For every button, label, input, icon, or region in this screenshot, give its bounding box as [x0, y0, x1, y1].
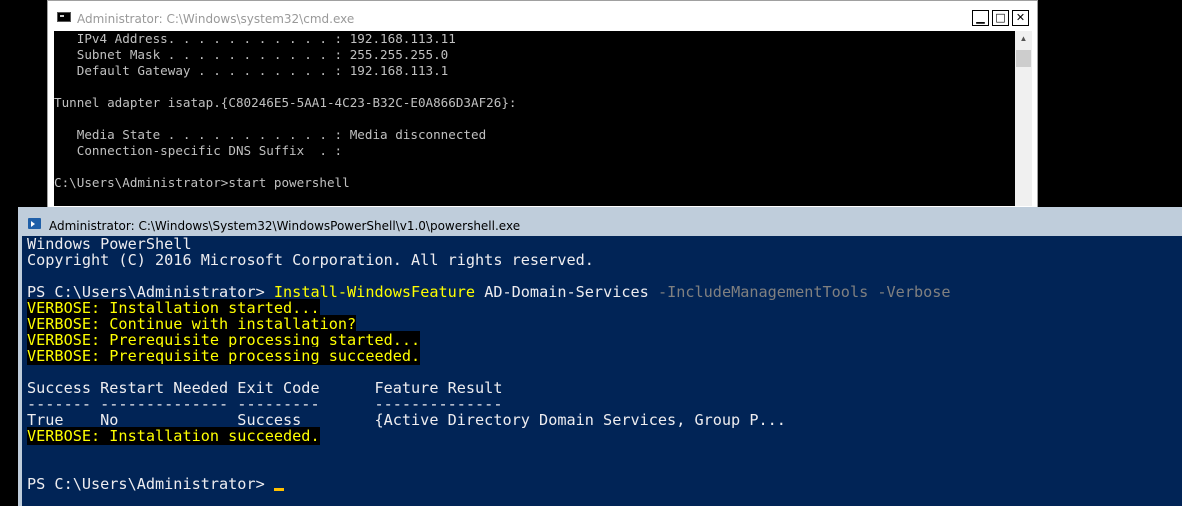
cmd-line: IPv4 Address. . . . . . . . . . . : 192.…	[54, 31, 456, 46]
prompt: PS C:\Users\Administrator>	[27, 475, 274, 493]
cmd-scrollbar[interactable]: ▲	[1015, 31, 1032, 206]
close-button[interactable]: ✕	[1012, 10, 1029, 26]
text-cursor	[273, 488, 284, 491]
verbose-line: VERBOSE: Prerequisite processing succeed…	[27, 347, 421, 365]
command-line: PS C:\Users\Administrator> Install-Windo…	[27, 284, 951, 300]
console-line: Windows PowerShell	[27, 236, 192, 253]
cmd-line	[54, 79, 1015, 95]
maximize-button[interactable]: □	[992, 10, 1009, 26]
scroll-up-arrow-icon[interactable]: ▲	[1015, 31, 1032, 47]
verbose-line: VERBOSE: Installation succeeded.	[27, 427, 320, 445]
cmd-line: Default Gateway . . . . . . . . . : 192.…	[54, 63, 449, 78]
cmd-line: C:\Users\Administrator>start powershell	[54, 175, 350, 190]
minimize-button[interactable]: ▁	[972, 10, 989, 26]
final-prompt-line[interactable]: PS C:\Users\Administrator>	[27, 476, 951, 492]
cmdlet-parameters: -IncludeManagementTools -Verbose	[657, 283, 951, 301]
cmdlet-argument: AD-Domain-Services	[475, 283, 658, 301]
powershell-console[interactable]: Windows PowerShell Copyright (C) 2016 Mi…	[22, 236, 1182, 506]
result-table-header: Success Restart Needed Exit Code Feature…	[27, 379, 503, 397]
cmd-line	[54, 159, 1015, 175]
cmd-window[interactable]: Administrator: C:\Windows\system32\cmd.e…	[47, 0, 1038, 210]
result-table-row: True No Success {Active Directory Domain…	[27, 411, 786, 429]
result-table-separator: ------- -------------- --------- -------…	[27, 395, 503, 413]
cmd-window-title: Administrator: C:\Windows\system32\cmd.e…	[77, 12, 355, 26]
cmd-console-output[interactable]: IPv4 Address. . . . . . . . . . . : 192.…	[54, 31, 1015, 206]
cmd-line: Tunnel adapter isatap.{C80246E5-5AA1-4C2…	[54, 95, 517, 110]
cmd-line: Connection-specific DNS Suffix . :	[54, 143, 343, 158]
powershell-titlebar[interactable]: Administrator: C:\Windows\System32\Windo…	[18, 207, 1182, 236]
scrollbar-thumb[interactable]	[1016, 50, 1031, 67]
powershell-app-icon	[28, 218, 41, 229]
powershell-window[interactable]: Administrator: C:\Windows\System32\Windo…	[18, 207, 1182, 506]
cmd-line: Subnet Mask . . . . . . . . . . . : 255.…	[54, 47, 449, 62]
cmd-titlebar[interactable]: Administrator: C:\Windows\system32\cmd.e…	[48, 1, 1037, 31]
cmd-app-icon	[57, 12, 71, 22]
cmd-line: Media State . . . . . . . . . . . : Medi…	[54, 127, 487, 142]
powershell-window-title: Administrator: C:\Windows\System32\Windo…	[49, 219, 521, 233]
console-line: Copyright (C) 2016 Microsoft Corporation…	[27, 251, 594, 269]
cmd-line	[54, 111, 1015, 127]
